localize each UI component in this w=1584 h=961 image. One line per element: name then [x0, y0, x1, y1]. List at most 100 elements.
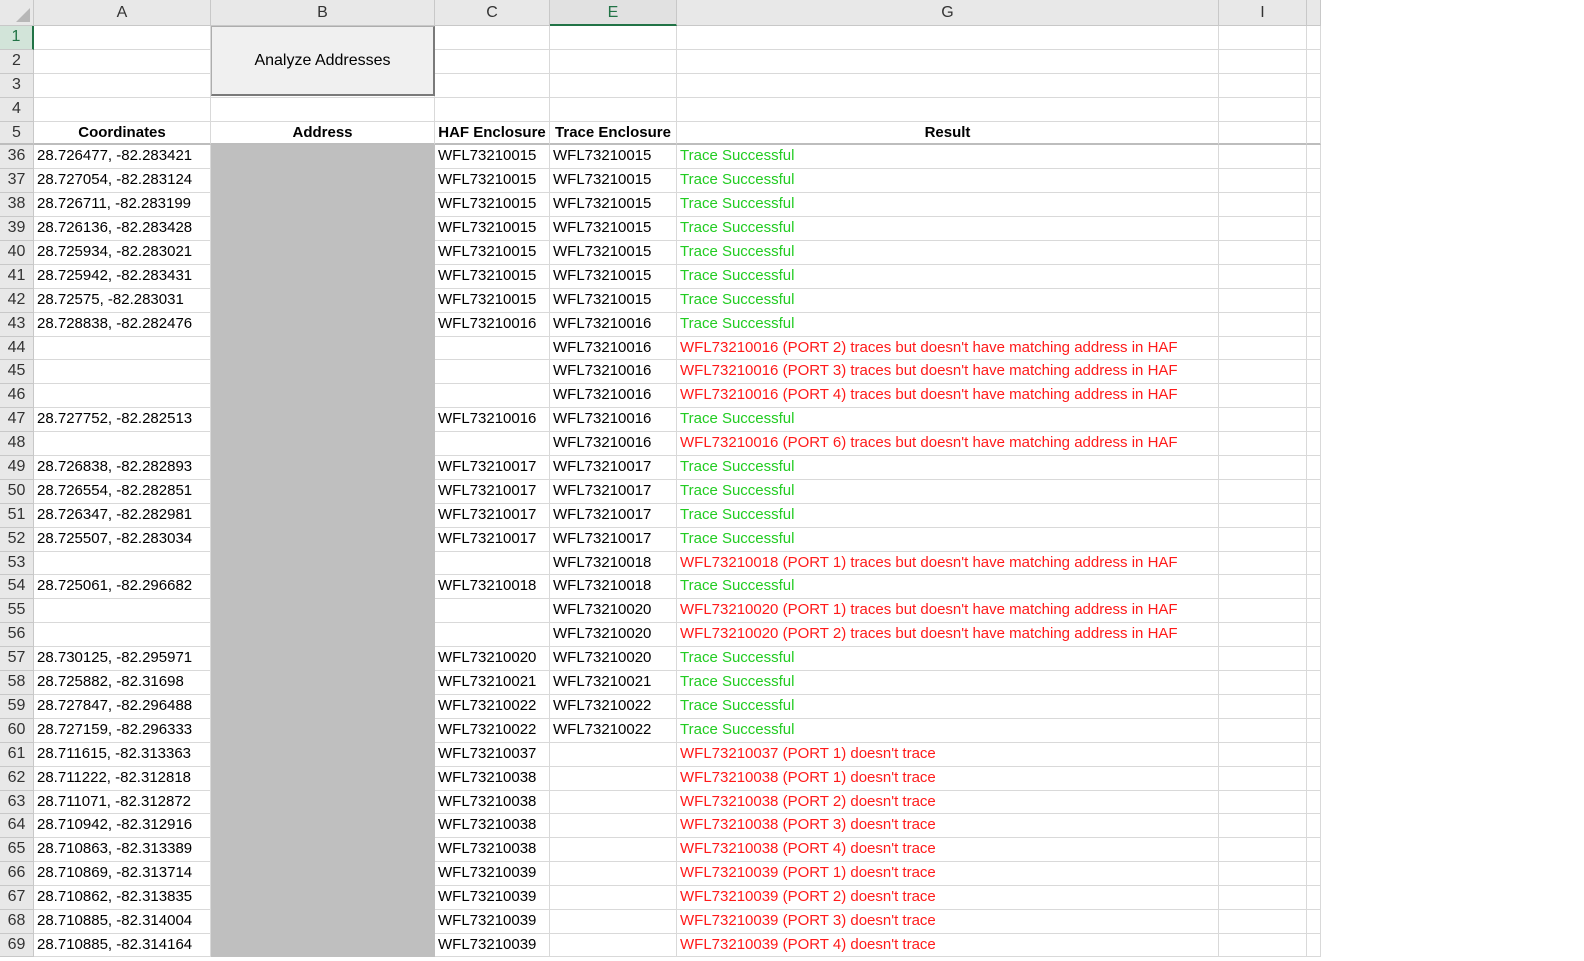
coordinates-cell[interactable]: 28.710942, -82.312916: [34, 814, 211, 839]
cell[interactable]: [1307, 49, 1321, 74]
cell[interactable]: [1219, 790, 1307, 815]
cell[interactable]: [435, 97, 550, 122]
result-cell[interactable]: Trace Successful: [677, 169, 1219, 194]
cell[interactable]: [1307, 599, 1321, 624]
result-cell[interactable]: Trace Successful: [677, 479, 1219, 504]
result-cell[interactable]: Trace Successful: [677, 408, 1219, 433]
coordinates-cell[interactable]: [34, 623, 211, 648]
cell[interactable]: [1307, 169, 1321, 194]
cell[interactable]: [1307, 336, 1321, 361]
trace-enclosure-cell[interactable]: [550, 933, 677, 957]
result-cell[interactable]: WFL73210020 (PORT 2) traces but doesn't …: [677, 623, 1219, 648]
row-header-53[interactable]: 53: [0, 551, 34, 576]
haf-enclosure-cell[interactable]: WFL73210015: [435, 169, 550, 194]
coordinates-cell[interactable]: [34, 336, 211, 361]
result-cell[interactable]: WFL73210037 (PORT 1) doesn't trace: [677, 742, 1219, 767]
cell[interactable]: [1219, 312, 1307, 337]
coordinates-cell[interactable]: [34, 360, 211, 385]
haf-enclosure-cell[interactable]: WFL73210016: [435, 312, 550, 337]
column-title[interactable]: [1307, 121, 1321, 146]
cell[interactable]: [1307, 623, 1321, 648]
cell[interactable]: [1219, 26, 1307, 50]
cell[interactable]: [1219, 527, 1307, 552]
trace-enclosure-cell[interactable]: WFL73210016: [550, 336, 677, 361]
cell[interactable]: [550, 73, 677, 98]
row-header-49[interactable]: 49: [0, 456, 34, 480]
coordinates-cell[interactable]: 28.710862, -82.313835: [34, 886, 211, 910]
coordinates-cell[interactable]: 28.726554, -82.282851: [34, 479, 211, 504]
haf-enclosure-cell[interactable]: WFL73210038: [435, 838, 550, 863]
trace-enclosure-cell[interactable]: WFL73210015: [550, 288, 677, 313]
haf-enclosure-cell[interactable]: WFL73210039: [435, 862, 550, 887]
column-header-E[interactable]: E: [550, 0, 677, 26]
result-cell[interactable]: Trace Successful: [677, 241, 1219, 265]
cell[interactable]: [1307, 862, 1321, 887]
result-cell[interactable]: Trace Successful: [677, 527, 1219, 552]
haf-enclosure-cell[interactable]: WFL73210018: [435, 575, 550, 600]
result-cell[interactable]: Trace Successful: [677, 456, 1219, 480]
cell[interactable]: [1219, 575, 1307, 600]
coordinates-cell[interactable]: 28.725934, -82.283021: [34, 241, 211, 265]
row-header-57[interactable]: 57: [0, 647, 34, 672]
haf-enclosure-cell[interactable]: WFL73210021: [435, 671, 550, 695]
trace-enclosure-cell[interactable]: WFL73210015: [550, 193, 677, 218]
row-header-41[interactable]: 41: [0, 264, 34, 289]
coordinates-cell[interactable]: 28.726136, -82.283428: [34, 217, 211, 242]
row-header-4[interactable]: 4: [0, 97, 34, 122]
result-cell[interactable]: WFL73210038 (PORT 4) doesn't trace: [677, 838, 1219, 863]
trace-enclosure-cell[interactable]: WFL73210015: [550, 264, 677, 289]
cell[interactable]: [1219, 169, 1307, 194]
cell[interactable]: [1307, 503, 1321, 528]
address-cell-redacted[interactable]: [211, 599, 435, 624]
cell[interactable]: [550, 26, 677, 50]
cell[interactable]: [1307, 575, 1321, 600]
row-header-1[interactable]: 1: [0, 26, 34, 50]
cell[interactable]: [1219, 456, 1307, 480]
haf-enclosure-cell[interactable]: WFL73210017: [435, 527, 550, 552]
address-cell-redacted[interactable]: [211, 264, 435, 289]
result-cell[interactable]: WFL73210039 (PORT 4) doesn't trace: [677, 933, 1219, 957]
cell[interactable]: [1219, 336, 1307, 361]
haf-enclosure-cell[interactable]: WFL73210016: [435, 408, 550, 433]
coordinates-cell[interactable]: 28.726477, -82.283421: [34, 145, 211, 170]
address-cell-redacted[interactable]: [211, 909, 435, 934]
trace-enclosure-cell[interactable]: WFL73210020: [550, 623, 677, 648]
haf-enclosure-cell[interactable]: WFL73210039: [435, 909, 550, 934]
address-cell-redacted[interactable]: [211, 408, 435, 433]
address-cell-redacted[interactable]: [211, 456, 435, 480]
spreadsheet-grid[interactable]: A B C E G I 1 2 3 4 5 Coordinates Address HAF Enclosu…: [0, 0, 1321, 957]
row-header-40[interactable]: 40: [0, 241, 34, 265]
coordinates-cell[interactable]: 28.727752, -82.282513: [34, 408, 211, 433]
address-cell-redacted[interactable]: [211, 527, 435, 552]
result-cell[interactable]: Trace Successful: [677, 671, 1219, 695]
coordinates-cell[interactable]: [34, 551, 211, 576]
cell[interactable]: [34, 97, 211, 122]
cell[interactable]: [435, 49, 550, 74]
result-cell[interactable]: Trace Successful: [677, 575, 1219, 600]
row-header-44[interactable]: 44: [0, 336, 34, 361]
cell[interactable]: [677, 49, 1219, 74]
row-header-50[interactable]: 50: [0, 479, 34, 504]
trace-enclosure-cell[interactable]: WFL73210017: [550, 503, 677, 528]
coordinates-cell[interactable]: 28.725507, -82.283034: [34, 527, 211, 552]
address-cell-redacted[interactable]: [211, 360, 435, 385]
cell[interactable]: [1219, 718, 1307, 743]
address-cell-redacted[interactable]: [211, 336, 435, 361]
cell[interactable]: [1219, 766, 1307, 791]
trace-enclosure-cell[interactable]: [550, 909, 677, 934]
coordinates-cell[interactable]: 28.730125, -82.295971: [34, 647, 211, 672]
analyze-addresses-button[interactable]: Analyze Addresses: [211, 26, 435, 96]
result-cell[interactable]: WFL73210016 (PORT 6) traces but doesn't …: [677, 432, 1219, 457]
cell[interactable]: [1219, 623, 1307, 648]
trace-enclosure-cell[interactable]: WFL73210016: [550, 408, 677, 433]
coordinates-cell[interactable]: 28.726838, -82.282893: [34, 456, 211, 480]
row-header-51[interactable]: 51: [0, 503, 34, 528]
haf-enclosure-cell[interactable]: [435, 432, 550, 457]
address-cell-redacted[interactable]: [211, 647, 435, 672]
row-header-37[interactable]: 37: [0, 169, 34, 194]
column-header-B[interactable]: B: [211, 0, 435, 26]
row-header-67[interactable]: 67: [0, 886, 34, 910]
row-header-61[interactable]: 61: [0, 742, 34, 767]
trace-enclosure-cell[interactable]: WFL73210015: [550, 217, 677, 242]
trace-enclosure-cell[interactable]: [550, 862, 677, 887]
